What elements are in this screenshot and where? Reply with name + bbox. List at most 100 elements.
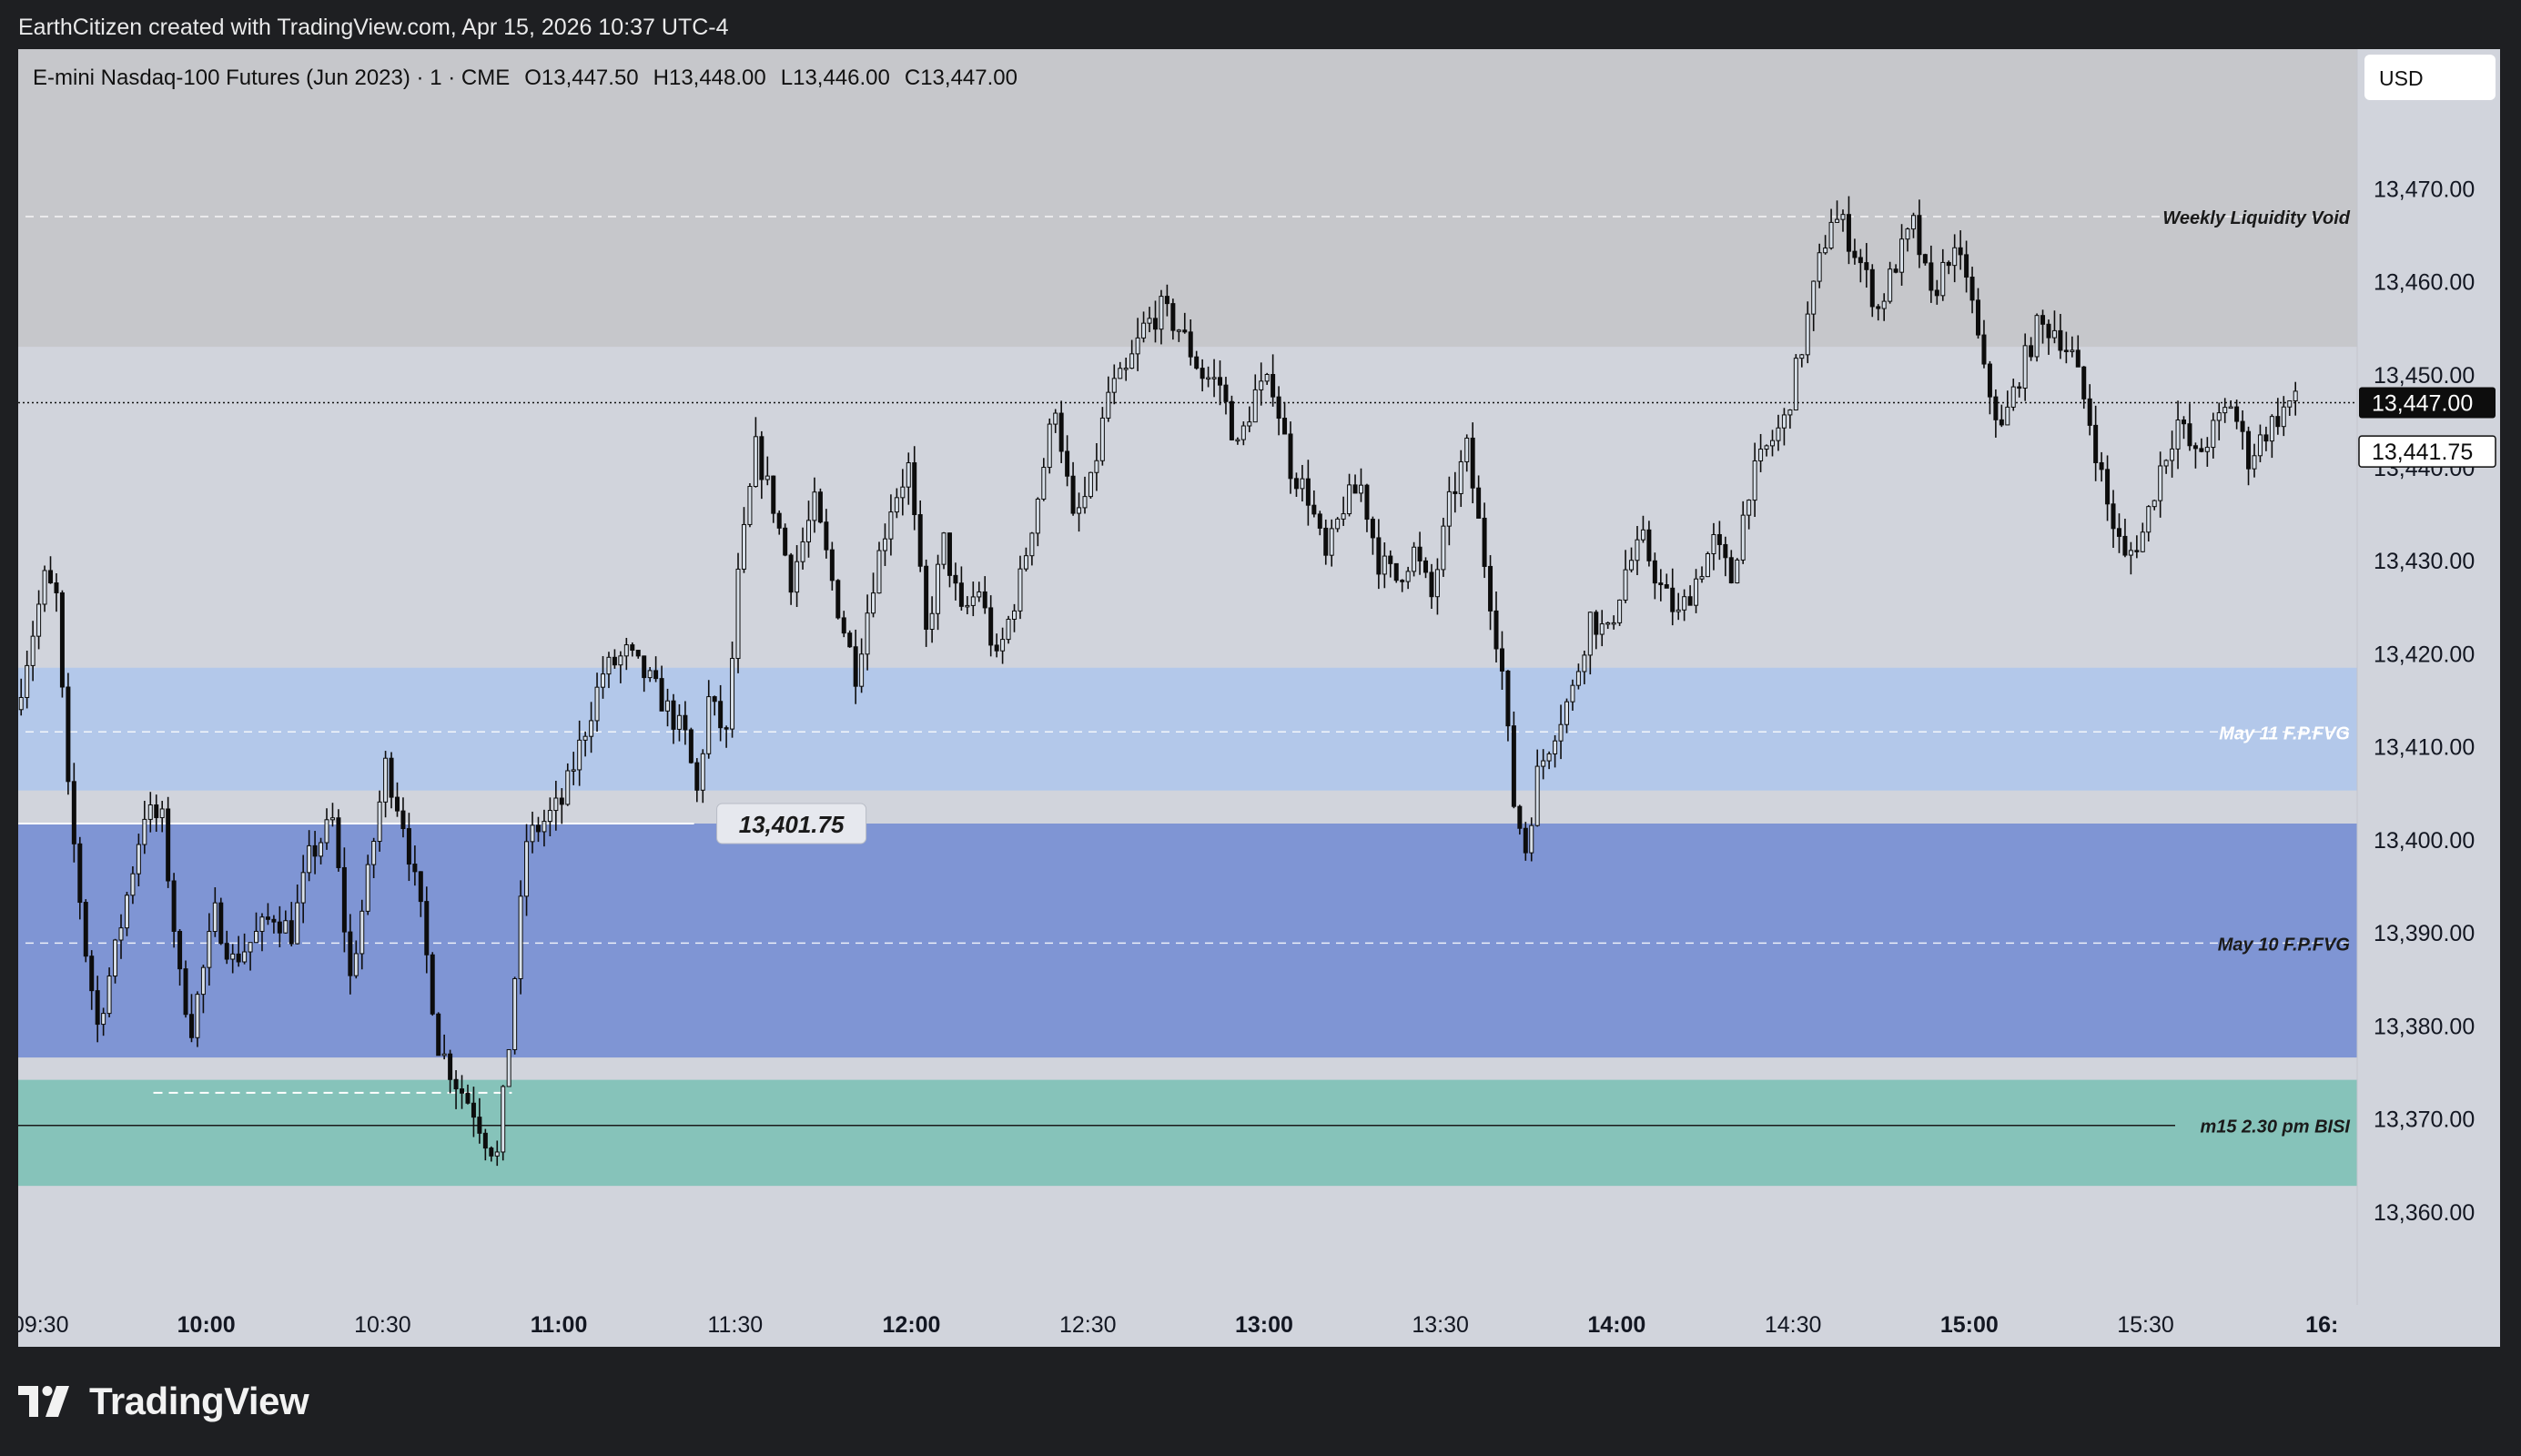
candle-body: [1099, 417, 1105, 461]
candle-body: [947, 532, 952, 576]
candle-body: [1176, 329, 1181, 332]
candle-body: [806, 520, 812, 542]
candle-body: [348, 931, 353, 976]
candle-body: [1118, 368, 1123, 379]
candle-body: [2087, 398, 2092, 426]
candle-body: [2163, 460, 2169, 467]
candle-body: [2240, 420, 2245, 432]
candle-body: [2122, 535, 2128, 556]
candle-body: [295, 902, 300, 945]
candle-body: [394, 796, 400, 812]
candle-body: [1811, 280, 1817, 315]
candle-body: [66, 686, 71, 783]
candle-body: [924, 565, 929, 630]
time-tick-label: 10:30: [354, 1312, 411, 1338]
price-tick-label: 13,470.00: [2374, 177, 2475, 202]
candle-body: [2093, 424, 2099, 463]
candle-body: [218, 902, 224, 945]
zone-label-3: m15 2.30 pm BISI: [2200, 1117, 2350, 1138]
candle-body: [1388, 555, 1393, 564]
candle-body: [448, 1053, 453, 1080]
candle-body: [1006, 618, 1011, 641]
candle-body: [230, 953, 236, 960]
candle-body: [460, 1088, 465, 1094]
time-tick-label: 13:30: [1412, 1312, 1469, 1338]
candle-body: [2040, 315, 2046, 325]
candle-body: [1123, 368, 1129, 370]
candle-body: [236, 953, 241, 963]
candle-body: [1223, 384, 1229, 402]
chart-frame[interactable]: 13,401.75 Weekly Liquidity Void May 11 F.…: [18, 49, 2500, 1347]
zone-2: [18, 824, 2357, 1058]
candle-body: [612, 656, 617, 666]
candle-body: [1035, 498, 1040, 534]
candle-body: [841, 617, 846, 634]
candle-body: [1893, 268, 1898, 273]
candle-body: [83, 902, 88, 957]
candle-body: [2192, 445, 2198, 450]
candle-body: [2105, 469, 2111, 505]
candle-body: [2211, 420, 2216, 449]
candle-body: [242, 951, 248, 963]
candlestick-chart[interactable]: 13,401.75 Weekly Liquidity Void May 11 F.…: [18, 49, 2500, 1347]
candle-body: [1041, 467, 1047, 500]
candle-body: [265, 916, 270, 920]
candle-body: [1981, 334, 1987, 365]
candle-body: [776, 512, 782, 529]
candle-body: [906, 462, 911, 488]
candle-body: [601, 673, 605, 688]
candle-body: [982, 591, 987, 609]
price-tick-label: 13,420.00: [2374, 642, 2475, 667]
candle-body: [1605, 622, 1611, 625]
candle-body: [1958, 247, 1963, 256]
candle-body: [1728, 557, 1734, 584]
candle-body: [30, 635, 35, 666]
candle-body: [77, 843, 83, 904]
candle-body: [336, 817, 341, 868]
candle-body: [224, 943, 229, 960]
candle-body: [1135, 337, 1140, 355]
candle-body: [1529, 824, 1534, 854]
candle-body: [389, 757, 394, 798]
candle-body: [2063, 349, 2069, 352]
currency-button[interactable]: USD: [2364, 55, 2496, 100]
candle-body: [324, 819, 329, 844]
candle-body: [18, 696, 24, 711]
candle-body: [54, 582, 59, 593]
candle-body: [647, 670, 653, 679]
candle-body: [353, 953, 359, 976]
candle-body: [1805, 313, 1810, 356]
price-line-label: 13,401.75: [739, 811, 845, 838]
candle-body: [2140, 531, 2145, 552]
candle-body: [2146, 506, 2151, 533]
candle-body: [1464, 437, 1470, 462]
candle-body: [312, 844, 318, 857]
candle-body: [465, 1092, 471, 1104]
candle-body: [2111, 503, 2116, 530]
candle-body: [418, 871, 423, 903]
candle-body: [700, 753, 705, 791]
candle-body: [1881, 300, 1887, 309]
candle-body: [1276, 396, 1281, 420]
candle-body: [1517, 805, 1523, 829]
candle-body: [207, 931, 212, 968]
candle-body: [735, 568, 741, 660]
candle-body: [853, 646, 858, 687]
candle-body: [1635, 539, 1640, 561]
candle-body: [724, 727, 729, 730]
chart-title: E-mini Nasdaq-100 Futures (Jun 2023) · 1…: [33, 66, 1018, 90]
candle-body: [817, 491, 823, 523]
candle-body: [1288, 433, 1293, 480]
candle-body: [1317, 513, 1322, 529]
candle-body: [1770, 440, 1775, 447]
time-tick-label: 11:00: [531, 1312, 588, 1338]
candle-body: [676, 714, 682, 730]
time-tick-label: 12:00: [883, 1312, 941, 1338]
candle-body: [2051, 329, 2057, 339]
candle-body: [1405, 571, 1411, 582]
candle-body: [795, 561, 800, 593]
candle-body: [412, 864, 418, 873]
candle-body: [212, 902, 218, 933]
candle-body: [2134, 550, 2140, 552]
candle-body: [2046, 323, 2051, 339]
